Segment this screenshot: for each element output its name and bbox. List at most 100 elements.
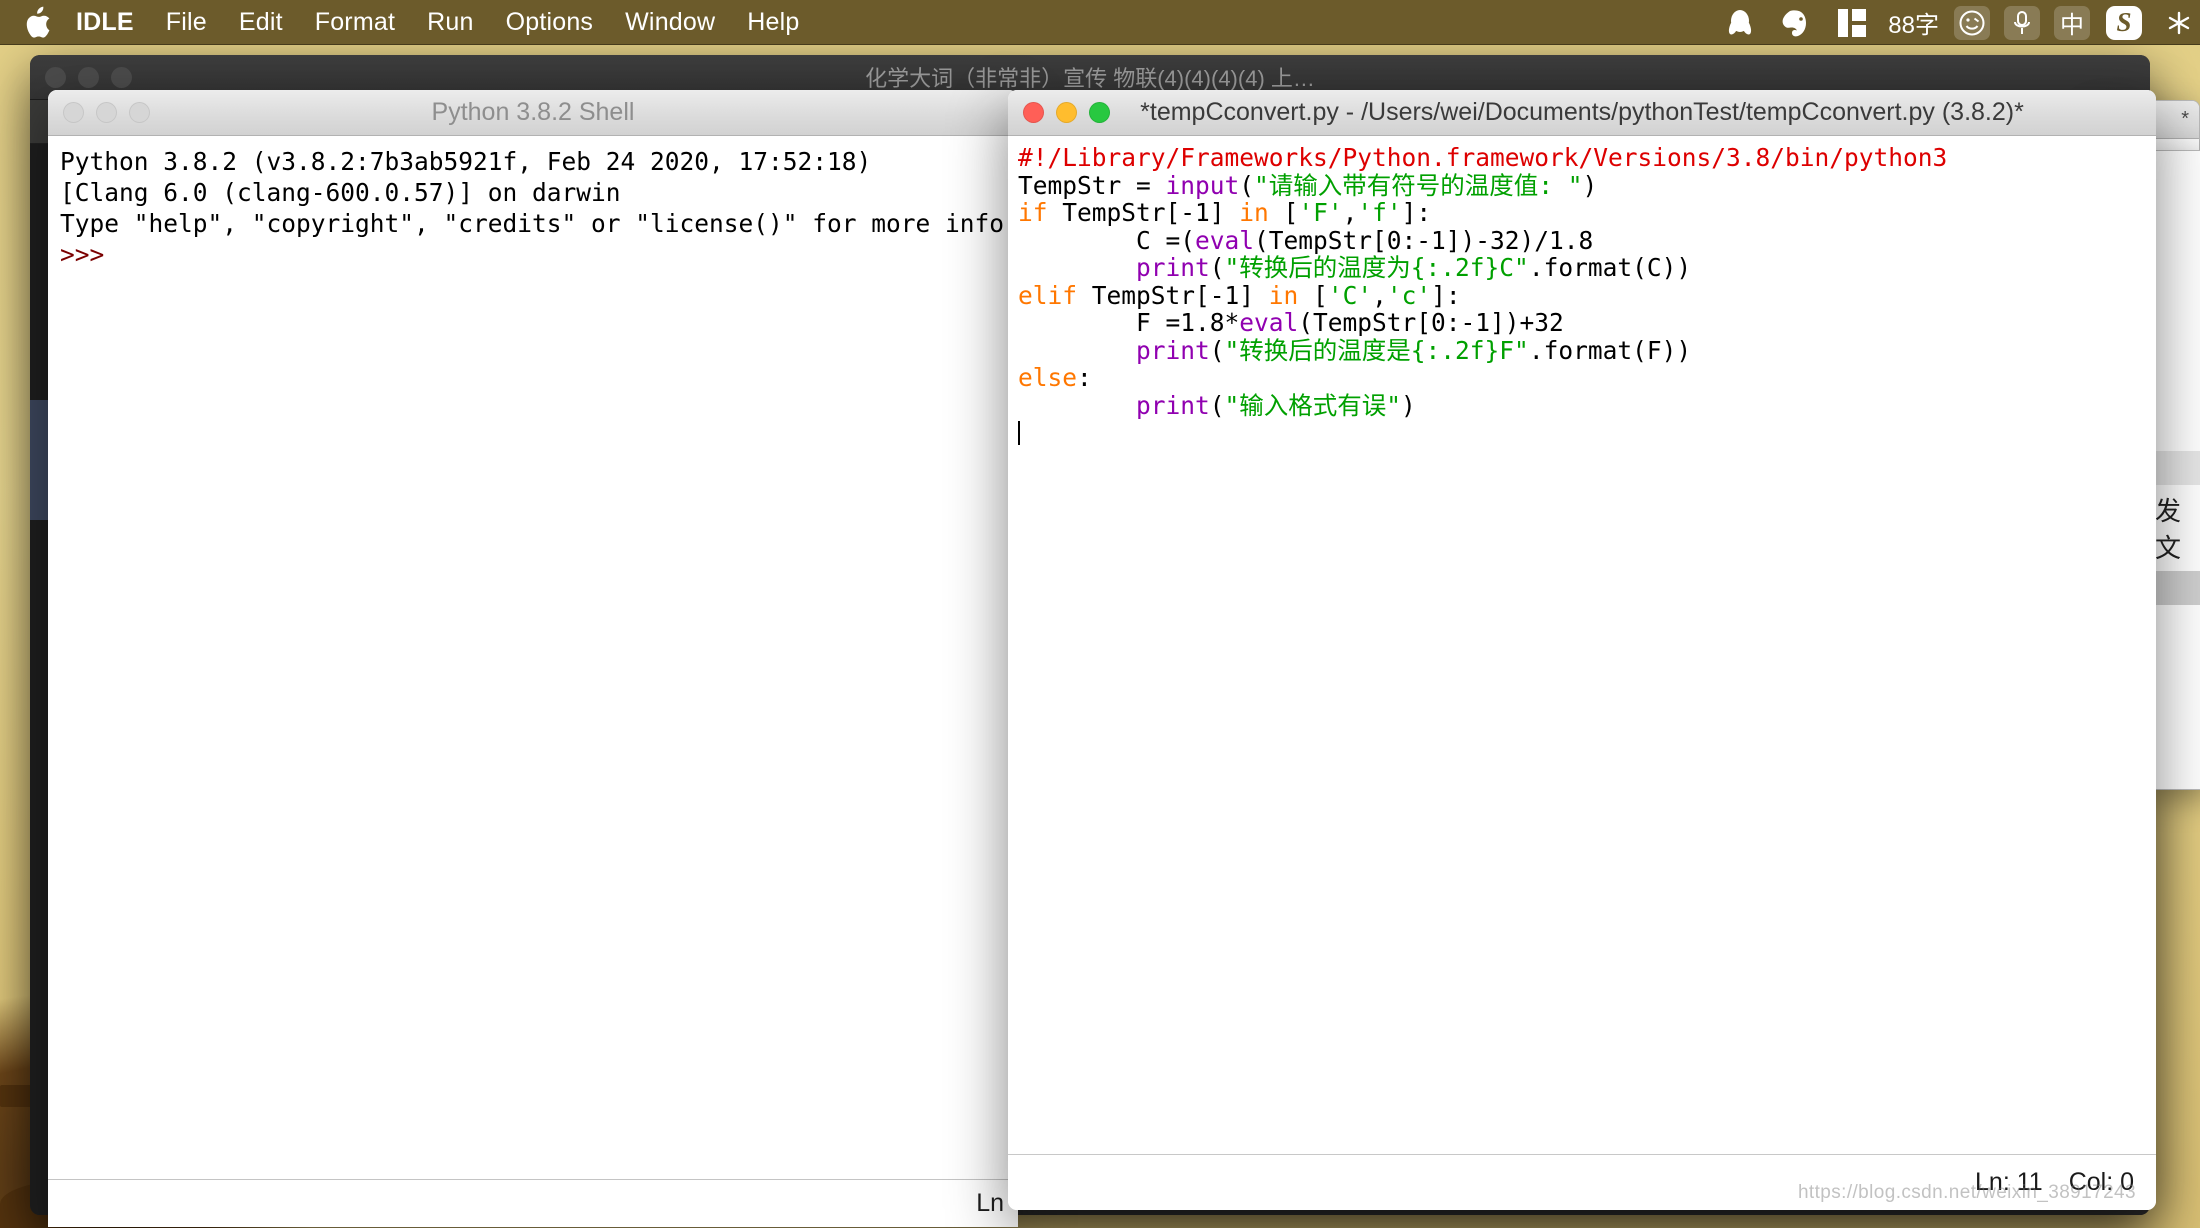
code-line — [1018, 419, 2150, 447]
editor-status-bar: Ln: 11 Col: 0 — [1008, 1154, 2156, 1210]
code-token: input — [1165, 170, 1240, 200]
code-token: F =1.8* — [1018, 308, 1240, 337]
code-token: "转换后的温度是{:.2f}F" — [1224, 335, 1529, 365]
menu-item-help[interactable]: Help — [731, 0, 815, 45]
code-token: ) — [1401, 390, 1416, 420]
code-line: elif TempStr[-1] in ['C','c']: — [1018, 280, 2150, 310]
shell-titlebar[interactable]: Python 3.8.2 Shell — [48, 90, 1018, 136]
background-right-band — [2151, 571, 2200, 605]
code-token: in — [1239, 198, 1269, 227]
code-line: print("转换后的温度为{:.2f}C".format(C)) — [1018, 254, 2150, 282]
code-token: #!/Library/Frameworks/Python.framework/V… — [1018, 143, 1948, 172]
code-token: [ — [1268, 198, 1299, 227]
code-token: ( — [1209, 335, 1225, 365]
code-token: TempStr[-1] — [1077, 280, 1269, 310]
background-right-band — [2151, 451, 2200, 485]
menu-item-format[interactable]: Format — [299, 0, 411, 45]
code-token: eval — [1239, 308, 1299, 337]
menu-item-idle[interactable]: IDLE — [72, 0, 150, 45]
code-token: in — [1268, 280, 1299, 310]
menu-bar-status-items: 88字 中 S — [1712, 5, 2200, 40]
code-token: "输入格式有误" — [1224, 390, 1402, 420]
editor-col-indicator: Col: 0 — [2068, 1168, 2134, 1196]
code-token: "转换后的温度为{:.2f}C" — [1224, 253, 1529, 282]
code-token: elif — [1018, 280, 1078, 310]
text-caret — [1018, 421, 1020, 445]
background-right-text-fragment: 发文 — [2155, 497, 2182, 564]
code-token: ) — [1582, 170, 1598, 200]
code-token: "请输入带有符号的温度值: " — [1254, 170, 1583, 200]
code-token: TempStr = — [1018, 170, 1166, 200]
code-line: F =1.8*eval(TempStr[0:-1])+32 — [1018, 309, 2150, 337]
menu-item-window[interactable]: Window — [609, 0, 731, 45]
code-token: , — [1342, 198, 1358, 227]
editor-code-area[interactable]: #!/Library/Frameworks/Python.framework/V… — [1008, 136, 2156, 1154]
input-char-count: 88字 — [1888, 12, 1939, 39]
code-token: , — [1372, 280, 1387, 310]
code-token: print — [1136, 390, 1210, 420]
code-token: [ — [1298, 280, 1328, 310]
shell-window-title: Python 3.8.2 Shell — [431, 98, 635, 126]
shell-status-text: Ln — [976, 1189, 1004, 1217]
code-token: 'F' — [1298, 198, 1343, 227]
code-token: if — [1018, 198, 1048, 227]
code-token: C =( — [1018, 225, 1196, 255]
code-token: TempStr[-1] — [1047, 198, 1240, 227]
menu-bar-left-group: IDLE File Edit Format Run Options Window… — [0, 0, 815, 45]
code-token: print — [1136, 253, 1210, 282]
editor-line-indicator: Ln: 11 — [1975, 1168, 2043, 1196]
smiley-face-icon[interactable] — [1954, 5, 1990, 40]
qq-penguin-icon[interactable] — [1723, 6, 1757, 40]
shell-line: Python 3.8.2 (v3.8.2:7b3ab5921f, Feb 24 … — [60, 147, 872, 176]
idle-editor-window[interactable]: *tempCconvert.py - /Users/wei/Documents/… — [1008, 90, 2156, 1210]
code-line: TempStr = input("请输入带有符号的温度值: ") — [1018, 170, 2150, 200]
background-right-modified-marker: * — [2181, 108, 2189, 130]
code-token: .format(C)) — [1528, 253, 1692, 282]
menu-item-file[interactable]: File — [150, 0, 223, 45]
shell-line: [Clang 6.0 (clang-600.0.57)] on darwin — [60, 178, 621, 207]
code-token: 'f' — [1357, 198, 1402, 227]
screen-root: 化学大词（非常非）宣传 物联(4)(4)(4)(4) 上… * 发文 Pytho… — [0, 0, 2200, 1228]
code-token: 'c' — [1386, 280, 1432, 310]
code-token: ]: — [1431, 280, 1461, 310]
code-line: print("输入格式有误") — [1018, 390, 2150, 420]
shell-prompt: >>> — [60, 240, 105, 269]
python-shell-window[interactable]: Python 3.8.2 Shell Python 3.8.2 (v3.8.2:… — [48, 90, 1018, 1227]
menu-item-edit[interactable]: Edit — [223, 0, 299, 45]
apple-logo-icon[interactable] — [24, 6, 52, 40]
code-token: ( — [1239, 170, 1255, 200]
code-token: ( — [1209, 253, 1225, 282]
background-window-title: 化学大词（非常非）宣传 物联(4)(4)(4)(4) 上… — [865, 66, 1315, 91]
asterisk-icon[interactable] — [2162, 6, 2196, 40]
code-line: if TempStr[-1] in ['F','f']: — [1018, 199, 2150, 227]
sogou-input-icon[interactable]: S — [2106, 5, 2142, 40]
code-token: else — [1018, 363, 1078, 392]
window-layout-icon[interactable] — [1835, 6, 1869, 40]
code-token: 'C' — [1327, 280, 1373, 310]
code-token: : — [1077, 363, 1092, 392]
menu-item-options[interactable]: Options — [490, 0, 610, 45]
shell-output-area[interactable]: Python 3.8.2 (v3.8.2:7b3ab5921f, Feb 24 … — [48, 136, 1018, 1179]
code-token: (TempStr[0:-1])+32 — [1298, 308, 1564, 337]
code-token: ( — [1209, 390, 1225, 420]
code-token: .format(F)) — [1528, 335, 1692, 365]
code-token: print — [1136, 335, 1210, 365]
shell-line: Type "help", "copyright", "credits" or "… — [60, 209, 1018, 238]
code-token: (TempStr[0:-1])-32)/1.8 — [1254, 225, 1594, 255]
macos-menu-bar[interactable]: IDLE File Edit Format Run Options Window… — [0, 0, 2200, 45]
background-window-right-secondary[interactable]: 发文 — [2150, 150, 2200, 790]
microphone-icon[interactable] — [2004, 5, 2040, 40]
input-mode-indicator[interactable]: 中 — [2054, 5, 2090, 40]
code-line: C =(eval(TempStr[0:-1])-32)/1.8 — [1018, 225, 2150, 255]
menu-item-run[interactable]: Run — [411, 0, 489, 45]
shell-status-bar: Ln — [48, 1179, 1018, 1227]
evernote-elephant-icon[interactable] — [1779, 6, 1813, 40]
code-line: else: — [1018, 364, 2150, 392]
editor-titlebar[interactable]: *tempCconvert.py - /Users/wei/Documents/… — [1008, 90, 2156, 136]
code-token: eval — [1195, 225, 1255, 255]
code-token: ]: — [1401, 198, 1432, 227]
code-line: print("转换后的温度是{:.2f}F".format(F)) — [1018, 335, 2150, 365]
